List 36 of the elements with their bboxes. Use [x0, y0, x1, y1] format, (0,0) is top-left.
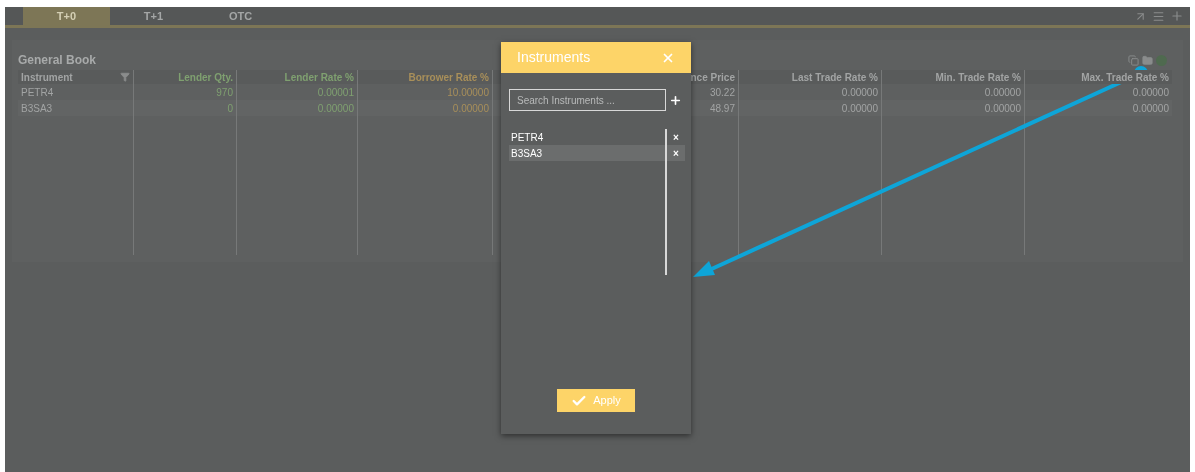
table-cell-text: 10.00000 [447, 85, 489, 100]
search-field[interactable]: Search Instruments ... [509, 89, 666, 111]
table-cell-text: 0.00000 [841, 85, 878, 100]
table-cell-text: 0.00000 [841, 101, 878, 116]
column-header[interactable]: Instrument [18, 70, 133, 84]
table-cell-text: 30.22 [709, 85, 735, 100]
table-cell-text: 0.00000 [452, 101, 489, 116]
table-cell-text: 0.00000 [1132, 85, 1169, 100]
table-cell-text: 0.00000 [984, 85, 1021, 100]
add-icon[interactable] [669, 93, 682, 107]
tab[interactable]: OTC [197, 7, 284, 25]
table-cell-text: 48.97 [709, 101, 735, 116]
tab[interactable]: T+0 [23, 7, 110, 25]
column-header[interactable]: Borrower Rate % [358, 70, 492, 84]
table-cell-text: 0.00000 [984, 101, 1021, 116]
remove-button[interactable]: × [673, 129, 679, 145]
tab[interactable]: T+1 [110, 7, 197, 25]
table-cell-text: 970 [216, 85, 233, 100]
folder-icon[interactable] [1142, 54, 1153, 66]
panel-title: General Book [18, 52, 97, 69]
column-header[interactable]: Max. Trade Rate % [1025, 70, 1172, 84]
apply-button[interactable]: Apply [557, 389, 635, 412]
instrument-item[interactable]: B3SA3 [509, 145, 665, 161]
column-header[interactable]: Last Trade Rate % [739, 70, 881, 84]
instrument-item[interactable]: PETR4 [509, 129, 665, 145]
column-header[interactable]: Lender Rate % [237, 70, 357, 84]
copy-icon[interactable] [1128, 54, 1139, 66]
dialog-title: Instruments [517, 48, 591, 67]
filter-icon[interactable] [120, 72, 130, 82]
column-header[interactable]: Lender Qty. [134, 70, 236, 84]
table-cell-text: 0.00001 [317, 85, 354, 100]
table-cell-text: PETR4 [21, 85, 54, 100]
table-cell-text: 0.00000 [1132, 101, 1169, 116]
table-cell-text: B3SA3 [21, 101, 53, 116]
menu-icon[interactable] [1152, 9, 1165, 23]
column-header[interactable]: Min. Trade Rate % [882, 70, 1024, 84]
